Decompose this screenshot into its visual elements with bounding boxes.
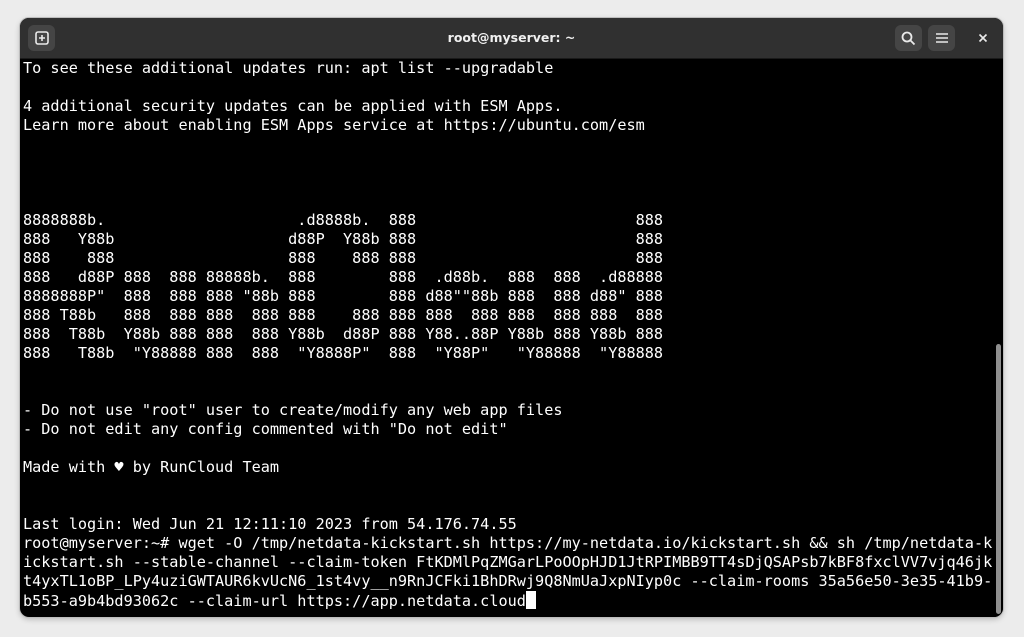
close-button[interactable] xyxy=(969,25,996,51)
close-icon xyxy=(978,33,987,43)
terminal-lines: To see these additional updates run: apt… xyxy=(20,59,992,610)
terminal-line: Last login: Wed Jun 21 12:11:10 2023 fro… xyxy=(23,515,517,533)
terminal-line: 888 Y88b d88P Y88b 888 888 xyxy=(23,230,664,248)
terminal-line: 4 additional security updates can be app… xyxy=(23,97,563,115)
terminal-line: ickstart.sh --stable-channel --claim-tok… xyxy=(23,553,992,571)
hamburger-menu-icon xyxy=(935,33,948,43)
terminal-line: 8888888P" 888 888 888 "88b 888 888 d88""… xyxy=(23,287,664,305)
new-tab-icon xyxy=(34,31,49,45)
terminal-line: 8888888b. .d8888b. 888 888 xyxy=(23,211,664,229)
window-title: root@myserver: ~ xyxy=(447,30,576,45)
terminal-line: b553-a9b4bd93062c --claim-url https://ap… xyxy=(23,591,992,610)
menu-button[interactable] xyxy=(928,25,955,51)
terminal-scrollbar[interactable] xyxy=(993,59,1003,617)
terminal-line: Learn more about enabling ESM Apps servi… xyxy=(23,116,645,134)
terminal-line: To see these additional updates run: apt… xyxy=(23,59,554,77)
title-bar: root@myserver: ~ xyxy=(20,18,1003,59)
terminal-line: root@myserver:~# wget -O /tmp/netdata-ki… xyxy=(23,534,992,552)
terminal-window: root@myserver: ~ To see these additional… xyxy=(20,18,1003,617)
terminal-line: 888 T88b 888 888 888 888 888 888 888 888… xyxy=(23,306,664,324)
terminal-output[interactable]: To see these additional updates run: apt… xyxy=(20,59,992,617)
new-tab-button[interactable] xyxy=(28,25,55,51)
search-icon xyxy=(901,31,916,45)
terminal-line: - Do not use "root" user to create/modif… xyxy=(23,401,563,419)
scrollbar-thumb[interactable] xyxy=(996,344,1001,614)
terminal-line: 888 T88b "Y88888 888 888 "Y8888P" 888 "Y… xyxy=(23,344,664,362)
text-cursor xyxy=(525,591,536,609)
terminal-line: - Do not edit any config commented with … xyxy=(23,420,508,438)
terminal-line: Made with ♥ by RunCloud Team xyxy=(23,458,280,476)
terminal-line: 888 T88b Y88b 888 888 888 Y88b d88P 888 … xyxy=(23,325,664,343)
terminal-line: 888 888 888 888 888 888 xyxy=(23,249,664,267)
search-button[interactable] xyxy=(895,25,922,51)
terminal-line: 888 d88P 888 888 88888b. 888 888 .d88b. … xyxy=(23,268,664,286)
terminal-line: t4yxTL1oBP_LPy4uziGWTAUR6kvUcN6_1st4vy__… xyxy=(23,572,992,590)
